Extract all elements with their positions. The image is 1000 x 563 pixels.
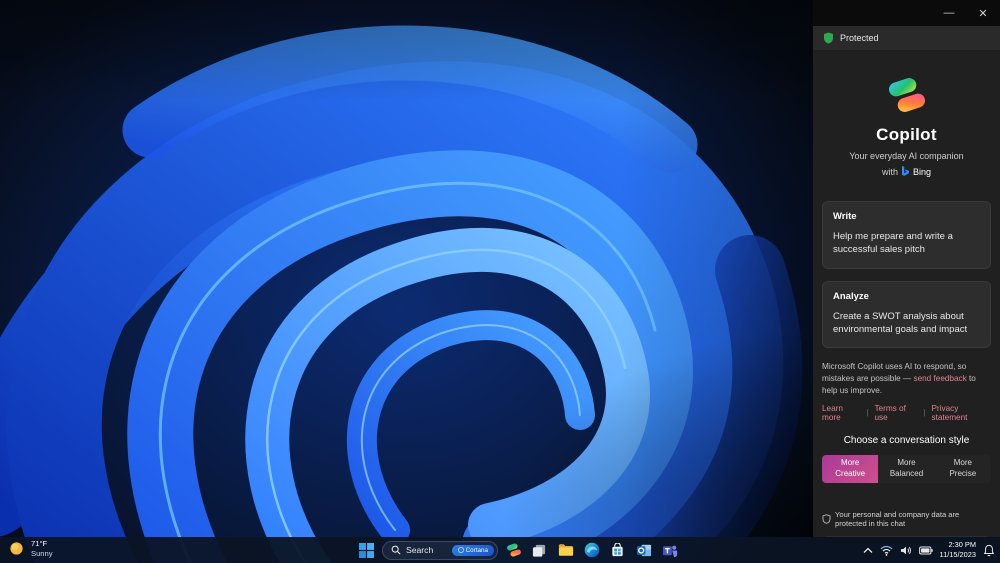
learn-more-link[interactable]: Learn more [822,404,860,422]
shield-outline-icon [822,514,831,524]
desktop-screen: — ✕ Protected Copilot Your everyday AI c… [0,0,1000,563]
style-label-line1: More [841,458,860,468]
minimize-button[interactable]: — [932,0,966,26]
copilot-titlebar: — ✕ [813,0,1000,26]
card-body: Help me prepare and write a successful s… [833,231,953,256]
protected-status-bar: Protected [813,26,1000,50]
conversation-style-heading: Choose a conversation style [843,434,970,446]
system-tray: 2:30 PM 11/15/2023 [863,539,995,561]
search-icon [391,545,401,555]
close-button[interactable]: ✕ [966,0,1000,26]
ai-disclaimer: Microsoft Copilot uses AI to respond, so… [822,361,991,397]
task-view-icon[interactable] [529,539,550,561]
terms-of-use-link[interactable]: Terms of use [874,404,917,422]
weather-condition: Sunny [31,548,53,558]
style-more-precise-button[interactable]: More Precise [934,454,991,483]
search-label: Search [406,545,434,555]
card-body: Create a SWOT analysis about environment… [833,310,968,335]
suggestion-card-write[interactable]: Write Help me prepare and write a succes… [822,201,991,269]
bing-label: Bing [913,166,932,177]
protected-label: Protected [840,33,879,43]
volume-icon[interactable] [900,545,912,556]
privacy-statement-link[interactable]: Privacy statement [931,404,991,422]
store-icon[interactable] [607,539,628,561]
with-bing-line: with Bing [822,166,991,177]
copilot-title: Copilot [876,125,937,144]
copilot-logo-icon [886,74,928,116]
style-label-line2: Creative [835,468,866,478]
style-label-line2: Balanced [889,468,924,478]
card-title: Analyze [833,290,869,302]
tray-chevron-icon[interactable] [863,547,873,554]
link-separator: | [866,408,869,418]
copilot-panel: — ✕ Protected Copilot Your everyday AI c… [813,0,1000,537]
teams-icon[interactable] [659,539,680,561]
bing-icon [901,166,910,177]
style-more-creative-button[interactable]: More Creative [822,454,879,483]
notification-bell-icon[interactable] [983,544,995,557]
start-button[interactable] [356,539,377,561]
search-highlight-badge[interactable]: Cortana [451,544,494,556]
with-label: with [881,166,898,177]
privacy-note-text: Your personal and company data are prote… [835,509,960,528]
taskbar: 71°F Sunny Search Cortana 2:30 PM 11/15/… [0,537,1000,563]
taskbar-center: Search Cortana [356,539,680,561]
battery-icon[interactable] [918,545,933,555]
clock-time: 2:30 PM [948,540,976,550]
send-feedback-link[interactable]: send feedback [913,374,966,383]
card-title: Write [833,211,857,222]
clock-date: 11/15/2023 [939,550,976,559]
clock[interactable]: 2:30 PM 11/15/2023 [940,540,976,559]
conversation-style-toggle: More Creative More Balanced More Precise [822,454,991,483]
suggestion-card-analyze[interactable]: Analyze Create a SWOT analysis about env… [822,280,991,349]
copilot-body: Copilot Your everyday AI companion with … [813,50,1000,537]
weather-widget[interactable]: 71°F Sunny [8,539,53,559]
wifi-icon[interactable] [880,545,893,556]
copilot-taskbar-icon[interactable] [503,539,524,561]
search-badge-label: Cortana [465,546,488,554]
link-separator: | [923,408,926,418]
legal-links-row: Learn more | Terms of use | Privacy stat… [822,404,991,422]
weather-temperature: 71°F [31,539,48,548]
edge-icon[interactable] [581,539,602,561]
copilot-subtitle: Your everyday AI companion [849,151,964,161]
search-box[interactable]: Search Cortana [382,540,498,560]
privacy-note: Your personal and company data are prote… [822,510,991,528]
style-label-line1: More [897,458,916,468]
style-more-balanced-button[interactable]: More Balanced [878,454,935,483]
shield-icon [823,32,834,44]
style-label-line1: More [953,458,972,468]
file-explorer-icon[interactable] [555,539,576,561]
sun-icon [8,540,25,557]
style-label-line2: Precise [949,468,977,478]
outlook-icon[interactable] [633,539,654,561]
